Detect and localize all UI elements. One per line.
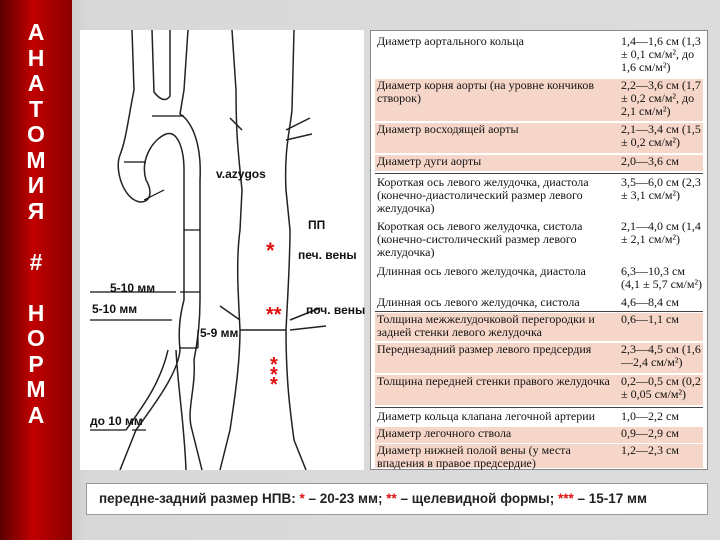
azygos-label: v.azygos: [216, 167, 266, 181]
aorta-measure-label: 5-9 мм: [200, 326, 239, 340]
row-value: 0,6—1,1 см: [621, 312, 679, 326]
row-value: 4,6—8,4 см: [621, 295, 679, 309]
row-value: 2,2—3,6 см (1,7 ± 0,2 см/м², до 2,1 см/м…: [621, 78, 701, 118]
row-name: Диаметр корня аорты (на уровне кончиков …: [377, 78, 595, 105]
row-value: 2,0—3,6 см: [621, 154, 679, 168]
sidebar-letter: Н: [27, 44, 45, 71]
table-row: Толщина межжелудочковой перегородки и за…: [375, 313, 703, 341]
ivc-outline: [219, 30, 307, 470]
row-value: 0,2—0,5 см (0,2 ± 0,05 см/м²): [621, 374, 701, 401]
sidebar-letter: О: [27, 121, 45, 147]
vessel-diagram: v.azygos ПП печ. вены поч. вены 5-10 мм …: [80, 30, 366, 470]
table-row: Толщина передней стенки правого желудочк…: [375, 375, 703, 405]
aorta-measure-label: 5-10 мм: [92, 302, 138, 316]
sidebar-letter: М: [26, 146, 46, 173]
footer-star-two: **: [386, 491, 397, 506]
sidebar-letter: [0, 224, 72, 250]
footer-text-b: – 20-23 мм;: [304, 491, 387, 506]
sidebar-letter: Р: [28, 350, 44, 377]
star-three: ***: [270, 354, 278, 396]
row-name: Диаметр аортального кольца: [377, 34, 525, 48]
footer-note: передне-задний размер НПВ: * – 20-23 мм;…: [86, 483, 708, 515]
sidebar-letter: М: [26, 376, 46, 402]
table-row: Длинная ось левого желудочка, систола 4,…: [375, 296, 703, 312]
row-value: 3,5—6,0 см (2,3 ± 3,1 см/м²): [621, 175, 701, 202]
footer-text-d: – 15-17 мм: [573, 491, 647, 506]
sidebar-title: А Н А Т О М И Я # Н О Р М А: [0, 19, 72, 428]
pp-label: ПП: [308, 218, 326, 232]
table-row: Диаметр корня аорты (на уровне кончиков …: [375, 79, 703, 121]
aorta-measure-label: 5-10 мм: [110, 281, 156, 295]
row-name: Короткая ось левого желудочка, систола (…: [377, 219, 583, 259]
row-name: Толщина межжелудочковой перегородки и за…: [377, 312, 595, 339]
table-divider: [375, 173, 703, 174]
table-row: Короткая ось левого желудочка, диастола …: [375, 176, 703, 218]
row-value: 2,3—4,5 см (1,6—2,4 см/м²): [621, 342, 701, 369]
row-value: 1,2—2,3 см: [621, 443, 679, 457]
row-name: Короткая ось левого желудочка, диастола …: [377, 175, 589, 215]
sidebar-letter: Я: [27, 197, 45, 224]
hepatic-veins-label: печ. вены: [298, 248, 357, 262]
row-name: Переднезадний размер левого предсердия: [377, 342, 592, 356]
footer-text: передне-задний размер НПВ: * – 20-23 мм;…: [99, 491, 647, 506]
footer-text-a: передне-задний размер НПВ:: [99, 491, 300, 506]
table-row: Длинная ось левого желудочка, диастола 6…: [375, 265, 703, 293]
table-divider: [375, 407, 703, 408]
row-name: Длинная ось левого желудочка, систола: [377, 295, 580, 309]
table-row: Переднезадний размер левого предсердия 2…: [375, 343, 703, 373]
row-value: 1,0—2,2 см: [621, 409, 679, 423]
table-row: Диаметр дуги аорты 2,0—3,6 см: [375, 155, 703, 171]
sidebar-letter: А: [27, 401, 45, 428]
row-name: Диаметр дуги аорты: [377, 154, 482, 168]
row-name: Диаметр нижней полой вены (у места впаде…: [377, 443, 571, 470]
table-row: Диаметр кольца клапана легочной артерии …: [375, 410, 703, 425]
footer-star-three: ***: [557, 491, 574, 506]
row-name: Диаметр кольца клапана легочной артерии: [377, 409, 596, 423]
row-value: 0,9—2,9 см: [621, 426, 679, 440]
table-row: Диаметр нижней полой вены (у места впаде…: [375, 443, 703, 470]
table-row: Диаметр аортального кольца 1,4—1,6 см (1…: [375, 35, 703, 77]
row-value: 6,3—10,3 см (4,1 ± 5,7 см/м²): [621, 264, 703, 291]
table-row: Короткая ось левого желудочка, систола (…: [375, 220, 703, 262]
star-one: *: [266, 238, 275, 263]
row-value: 2,1—3,4 см (1,5 ± 0,2 см/м²): [621, 122, 701, 149]
star-two: **: [266, 304, 282, 326]
norms-table: Диаметр аортального кольца 1,4—1,6 см (1…: [370, 30, 708, 470]
footer-text-c: – щелевидной формы;: [396, 491, 558, 506]
sidebar-letter: А: [27, 19, 45, 45]
sidebar-letter: Н: [27, 299, 45, 326]
row-name: Толщина передней стенки правого желудочк…: [377, 374, 610, 388]
table-row: Диаметр восходящей аорты 2,1—3,4 см (1,5…: [375, 123, 703, 153]
row-name: Диаметр восходящей аорты: [377, 122, 519, 136]
table-row: Диаметр легочного ствола 0,9—2,9 см: [375, 427, 703, 443]
sidebar-letter: А: [27, 70, 45, 96]
aorta-outline: [117, 30, 203, 470]
renal-veins-label: поч. вены: [306, 303, 366, 317]
row-name: Длинная ось левого желудочка, диастола: [377, 264, 586, 278]
sidebar: А Н А Т О М И Я # Н О Р М А: [0, 0, 72, 540]
row-value: 1,4—1,6 см (1,3 ± 0,1 см/м², до 1,6 см/м…: [621, 34, 701, 74]
sidebar-letter: [0, 275, 72, 301]
row-value: 2,1—4,0 см (1,4 ± 2,1 см/м²): [621, 219, 701, 246]
sidebar-letter: #: [29, 248, 43, 275]
sidebar-letter: Т: [28, 95, 44, 122]
sidebar-letter: О: [27, 325, 45, 351]
sidebar-letter: И: [27, 172, 45, 198]
aorta-measure-label: до 10 мм: [90, 414, 143, 428]
row-name: Диаметр легочного ствола: [377, 426, 512, 440]
